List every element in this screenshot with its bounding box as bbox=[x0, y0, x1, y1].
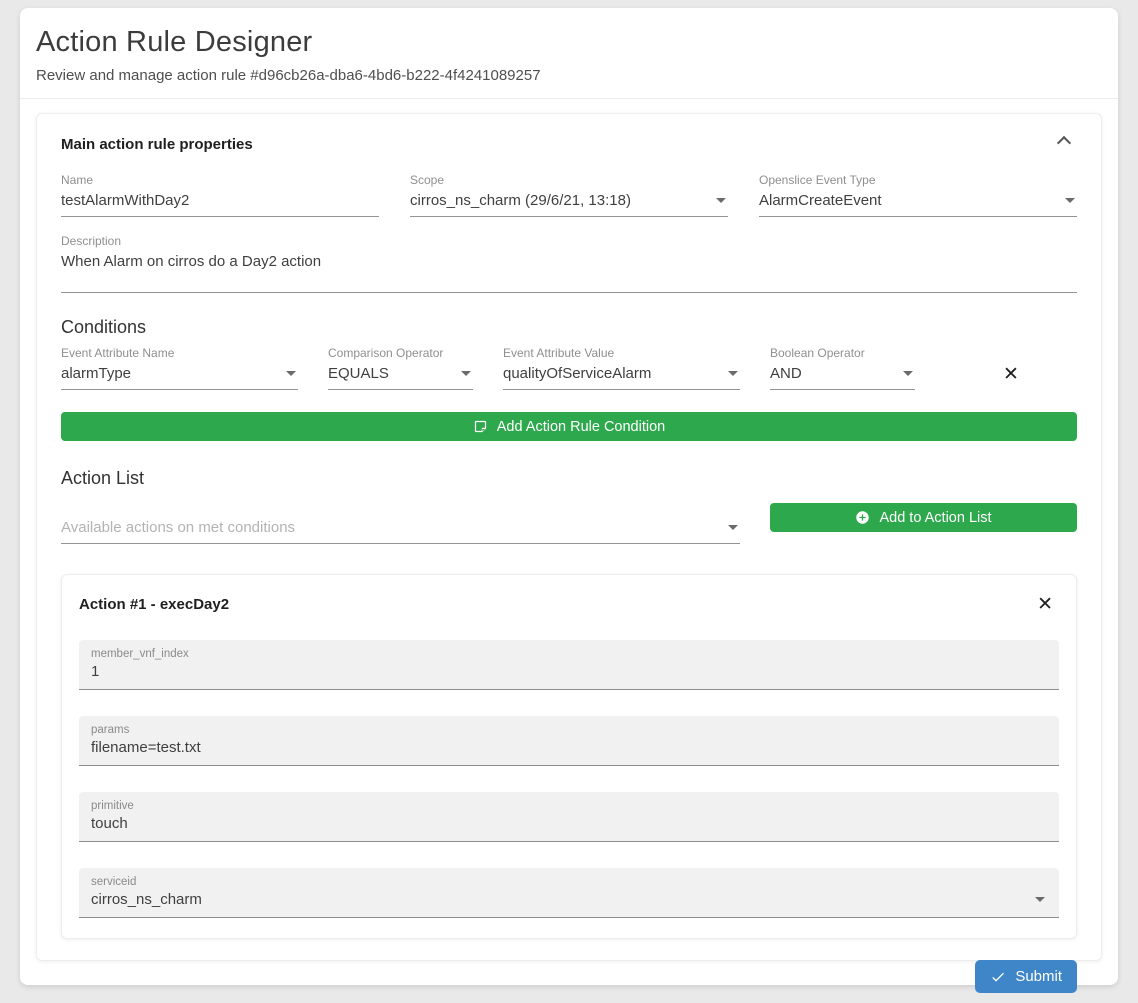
comparison-operator-label: Comparison Operator bbox=[328, 346, 473, 360]
boolean-operator-label: Boolean Operator bbox=[770, 346, 915, 360]
remove-action-icon[interactable]: ✕ bbox=[1037, 595, 1053, 614]
available-actions-select[interactable]: Available actions on met conditions bbox=[61, 503, 740, 544]
remove-condition-icon[interactable]: ✕ bbox=[1003, 365, 1019, 384]
comparison-operator-select[interactable]: Comparison Operator EQUALS bbox=[328, 346, 473, 390]
dropdown-arrow-icon bbox=[461, 371, 471, 376]
boolean-operator-value: AND bbox=[770, 365, 802, 382]
comparison-operator-value: EQUALS bbox=[328, 365, 389, 382]
scope-label: Scope bbox=[410, 173, 728, 187]
params-value: filename=test.txt bbox=[91, 739, 201, 756]
main-properties-fields-row: Name testAlarmWithDay2 Scope cirros_ns_c… bbox=[61, 173, 1077, 217]
page-header: Action Rule Designer Review and manage a… bbox=[20, 8, 1118, 99]
dropdown-arrow-icon bbox=[903, 371, 913, 376]
main-properties-card: Main action rule properties Name testAla… bbox=[36, 113, 1102, 961]
event-type-label: Openslice Event Type bbox=[759, 173, 1077, 187]
primitive-value: touch bbox=[91, 815, 128, 832]
primitive-field[interactable]: primitive touch bbox=[79, 792, 1059, 842]
member-vnf-index-value: 1 bbox=[91, 663, 99, 680]
member-vnf-index-field[interactable]: member_vnf_index 1 bbox=[79, 640, 1059, 690]
description-label: Description bbox=[61, 234, 1077, 248]
dropdown-arrow-icon bbox=[1065, 198, 1075, 203]
scope-select[interactable]: Scope cirros_ns_charm (29/6/21, 13:18) bbox=[410, 173, 728, 217]
event-attribute-name-select[interactable]: Event Attribute Name alarmType bbox=[61, 346, 298, 390]
event-attribute-name-value: alarmType bbox=[61, 365, 131, 382]
serviceid-value: cirros_ns_charm bbox=[91, 891, 202, 908]
add-condition-button[interactable]: Add Action Rule Condition bbox=[61, 412, 1077, 441]
name-label: Name bbox=[61, 173, 379, 187]
event-type-select[interactable]: Openslice Event Type AlarmCreateEvent bbox=[759, 173, 1077, 217]
serviceid-select[interactable]: serviceid cirros_ns_charm bbox=[79, 868, 1059, 918]
description-value: When Alarm on cirros do a Day2 action bbox=[61, 253, 321, 270]
action-list-heading: Action List bbox=[61, 468, 1077, 489]
action-card: Action #1 - execDay2 ✕ member_vnf_index … bbox=[61, 574, 1077, 939]
event-type-value: AlarmCreateEvent bbox=[759, 192, 882, 209]
description-field[interactable]: Description When Alarm on cirros do a Da… bbox=[61, 234, 1077, 293]
add-to-action-list-button-label: Add to Action List bbox=[879, 510, 991, 526]
page-subtitle: Review and manage action rule #d96cb26a-… bbox=[36, 67, 1102, 84]
event-attribute-value-value: qualityOfServiceAlarm bbox=[503, 365, 651, 382]
submit-button[interactable]: Submit bbox=[975, 960, 1077, 993]
action-rule-designer-panel: Action Rule Designer Review and manage a… bbox=[20, 8, 1118, 985]
page-title: Action Rule Designer bbox=[36, 26, 1102, 59]
available-actions-placeholder: Available actions on met conditions bbox=[61, 519, 295, 536]
main-properties-header: Main action rule properties bbox=[61, 136, 1077, 153]
dropdown-arrow-icon bbox=[286, 371, 296, 376]
action-card-title: Action #1 - execDay2 bbox=[79, 596, 229, 613]
main-properties-heading: Main action rule properties bbox=[61, 136, 253, 153]
serviceid-label: serviceid bbox=[91, 876, 1047, 888]
name-value: testAlarmWithDay2 bbox=[61, 192, 189, 209]
boolean-operator-select[interactable]: Boolean Operator AND bbox=[770, 346, 915, 390]
params-field[interactable]: params filename=test.txt bbox=[79, 716, 1059, 766]
note-add-icon bbox=[473, 419, 488, 434]
dropdown-arrow-icon bbox=[1035, 897, 1045, 902]
event-attribute-value-select[interactable]: Event Attribute Value qualityOfServiceAl… bbox=[503, 346, 740, 390]
plus-circle-icon bbox=[855, 510, 870, 525]
scope-value: cirros_ns_charm (29/6/21, 13:18) bbox=[410, 192, 631, 209]
params-label: params bbox=[91, 724, 1047, 736]
submit-button-label: Submit bbox=[1015, 968, 1062, 985]
event-attribute-name-label: Event Attribute Name bbox=[61, 346, 298, 360]
dropdown-arrow-icon bbox=[728, 371, 738, 376]
add-condition-button-label: Add Action Rule Condition bbox=[497, 419, 665, 435]
conditions-heading: Conditions bbox=[61, 317, 1077, 338]
event-attribute-value-label: Event Attribute Value bbox=[503, 346, 740, 360]
dropdown-arrow-icon bbox=[728, 525, 738, 530]
dropdown-arrow-icon bbox=[716, 198, 726, 203]
name-field[interactable]: Name testAlarmWithDay2 bbox=[61, 173, 379, 217]
add-to-action-list-button[interactable]: Add to Action List bbox=[770, 503, 1077, 532]
condition-row: Event Attribute Name alarmType Compariso… bbox=[61, 346, 1077, 390]
checkmark-icon bbox=[990, 969, 1006, 985]
collapse-chevron-up-icon[interactable] bbox=[1057, 136, 1071, 150]
primitive-label: primitive bbox=[91, 800, 1047, 812]
member-vnf-index-label: member_vnf_index bbox=[91, 648, 1047, 660]
